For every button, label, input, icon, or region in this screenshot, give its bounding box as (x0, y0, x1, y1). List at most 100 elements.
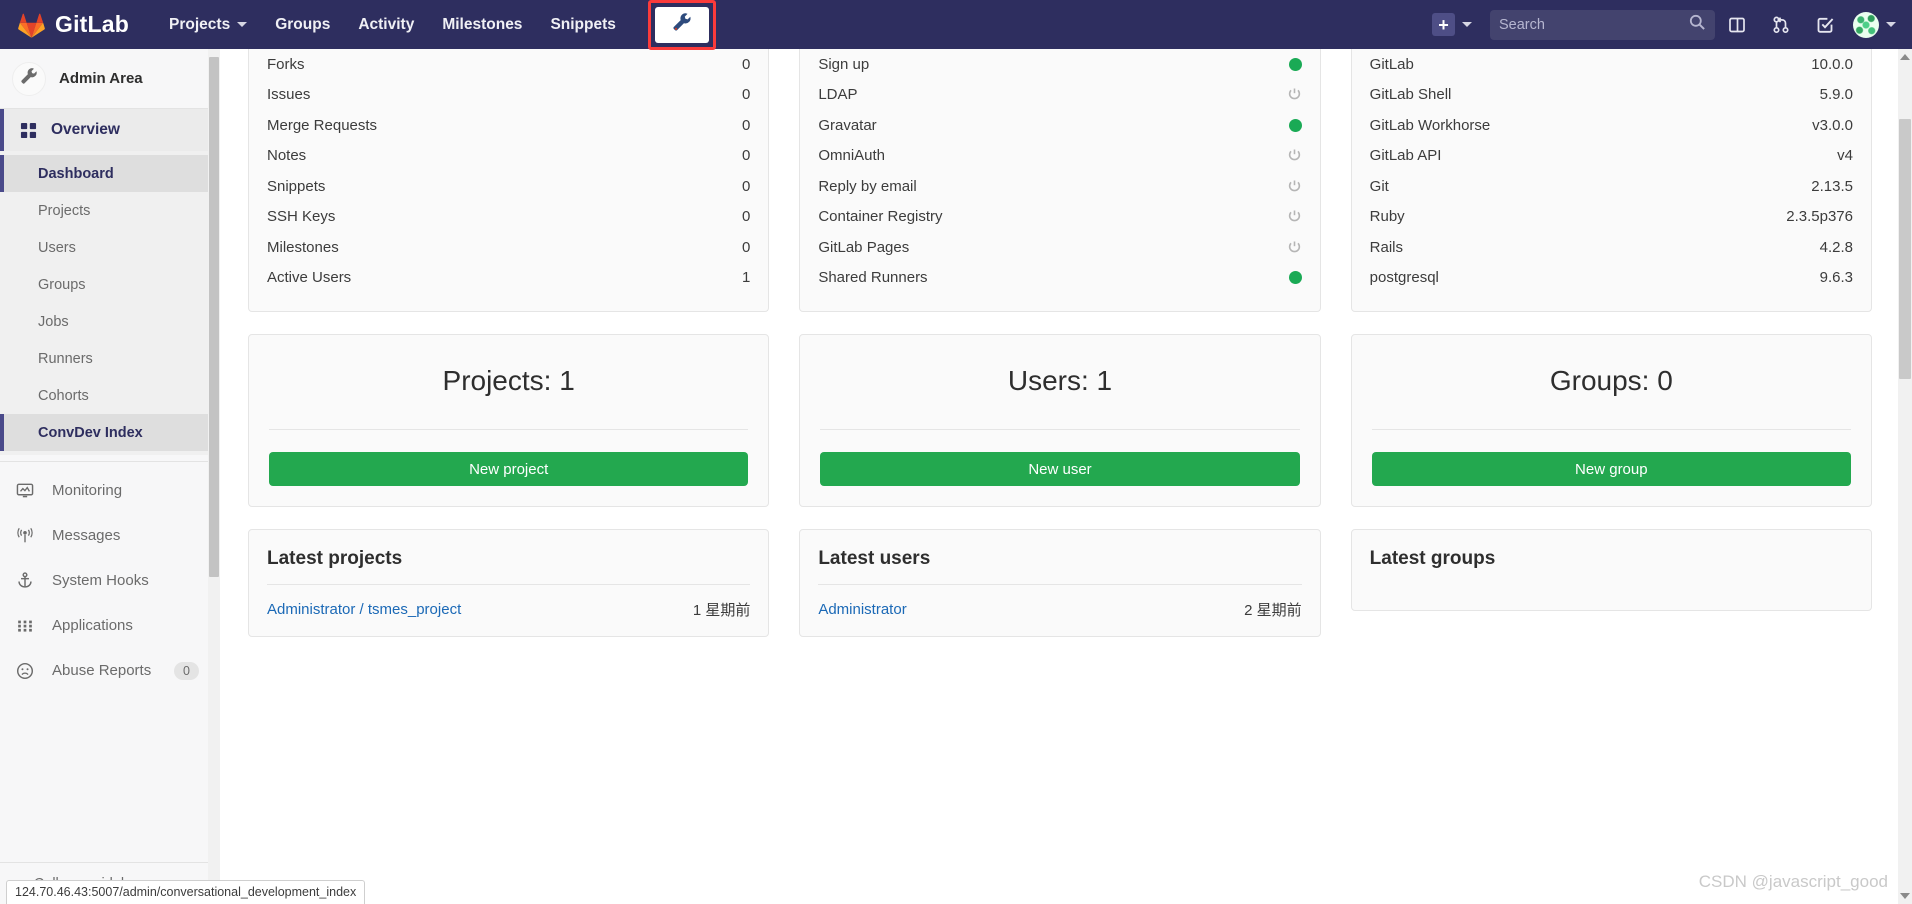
issues-board-icon[interactable] (1715, 0, 1759, 49)
sidebar-scrollbar[interactable] (208, 49, 220, 904)
sidebar-item-messages[interactable]: Messages (0, 513, 219, 558)
admin-area-button[interactable] (654, 6, 709, 43)
user-link[interactable]: Administrator (818, 601, 906, 618)
nav-link-groups[interactable]: Groups (261, 0, 344, 49)
stats-row: Forks 0 Issues 0 Merge Requests 0 Notes … (248, 49, 1872, 312)
component-version: 10.0.0 (1811, 55, 1853, 73)
latest-groups-empty (1370, 584, 1853, 610)
stat-label: SSH Keys (267, 208, 336, 226)
sidebar-item-system-hooks[interactable]: System Hooks (0, 558, 219, 603)
stat-row: Milestones 0 (267, 232, 750, 263)
nav-link-activity[interactable]: Activity (344, 0, 428, 49)
todos-icon[interactable] (1803, 0, 1847, 49)
sidebar-group-overview[interactable]: Overview (0, 109, 219, 151)
feature-row: Reply by email (818, 171, 1301, 202)
component-label: GitLab Shell (1369, 86, 1452, 104)
search-input[interactable] (1499, 16, 1689, 33)
search-box[interactable] (1490, 9, 1715, 40)
sidebar-item-jobs[interactable]: Jobs (0, 303, 219, 340)
sidebar-item-runners[interactable]: Runners (0, 340, 219, 377)
new-user-button[interactable]: New user (820, 452, 1300, 486)
feature-status-off-icon (1287, 179, 1302, 194)
chevron-down-icon (237, 22, 248, 27)
component-row: postgresql 9.6.3 (1370, 263, 1853, 294)
component-version: 9.6.3 (1819, 269, 1853, 287)
sidebar-item-groups[interactable]: Groups (0, 266, 219, 303)
sidebar-item-dashboard[interactable]: Dashboard (0, 155, 219, 192)
chevron-down-icon (1886, 22, 1896, 27)
sidebar-item-applications-label: Applications (52, 617, 133, 634)
divider (1371, 429, 1851, 430)
stat-value: 1 (741, 269, 751, 287)
component-row: Git 2.13.5 (1370, 171, 1853, 202)
latest-projects-body: Administrator / tsmes_project 1 星期前 (249, 584, 768, 636)
feature-row: Gravatar (818, 110, 1302, 141)
sidebar-item-applications[interactable]: Applications (0, 603, 219, 648)
sidebar-item-cohorts[interactable]: Cohorts (0, 377, 219, 414)
component-label: GitLab Workhorse (1369, 116, 1491, 134)
feature-status-off-icon (1287, 209, 1302, 224)
stat-label: Snippets (267, 177, 326, 195)
stat-row: Active Users 1 (267, 263, 750, 294)
nav-link-snippets[interactable]: Snippets (536, 0, 629, 49)
avatar (1853, 11, 1879, 38)
feature-status-on-icon (1288, 57, 1302, 71)
component-version: 4.2.8 (1819, 238, 1853, 256)
component-row: GitLab 10.0.0 (1370, 49, 1853, 80)
component-version: 2.13.5 (1811, 177, 1853, 195)
sidebar-title: Admin Area (59, 70, 143, 87)
count-cards-row: Projects: 1 New project Users: 1 New use… (248, 312, 1872, 507)
sidebar-divider (0, 461, 219, 462)
sidebar-scrollbar-thumb[interactable] (209, 57, 219, 577)
stat-value: 0 (741, 208, 751, 226)
feature-row: Shared Runners (818, 263, 1302, 294)
project-link[interactable]: Administrator / tsmes_project (267, 601, 461, 618)
users-count-column: Users: 1 New user (799, 312, 1321, 507)
component-row: Rails 4.2.8 (1370, 232, 1853, 263)
latest-cards-row: Latest projects Administrator / tsmes_pr… (248, 507, 1872, 637)
statistics-card: Forks 0 Issues 0 Merge Requests 0 Notes … (248, 49, 770, 312)
latest-groups-title: Latest groups (1369, 548, 1496, 569)
latest-projects-card: Latest projects Administrator / tsmes_pr… (248, 529, 770, 637)
sidebar-item-projects[interactable]: Projects (0, 192, 219, 229)
page-scrollbar[interactable] (1898, 49, 1912, 904)
main-content: Forks 0 Issues 0 Merge Requests 0 Notes … (220, 49, 1900, 904)
nav-link-projects[interactable]: Projects (155, 0, 261, 49)
new-project-button[interactable]: New project (269, 452, 749, 486)
user-menu[interactable] (1853, 11, 1896, 38)
new-group-button[interactable]: New group (1371, 452, 1851, 486)
sidebar-item-monitoring-label: Monitoring (52, 482, 123, 499)
merge-requests-icon[interactable] (1759, 0, 1803, 49)
sidebar-item-convdev-index[interactable]: ConvDev Index (0, 414, 219, 451)
search-icon[interactable] (1689, 14, 1706, 36)
grid-icon (20, 122, 37, 139)
sidebar-group-overview-label: Overview (51, 121, 120, 138)
page-scrollbar-thumb[interactable] (1899, 119, 1911, 379)
nav-link-milestones[interactable]: Milestones (428, 0, 536, 49)
component-version: 2.3.5p376 (1786, 208, 1853, 226)
components-column: GitLab 10.0.0 GitLab Shell 5.9.0 GitLab … (1350, 49, 1872, 312)
stat-value: 0 (741, 86, 751, 104)
groups-count-card: Groups: 0 New group (1350, 334, 1872, 507)
sidebar-item-monitoring[interactable]: Monitoring (0, 468, 219, 513)
stat-row: Merge Requests 0 (267, 110, 750, 141)
divider (820, 429, 1300, 430)
apps-grid-icon (16, 617, 40, 635)
gitlab-logo[interactable]: GitLab (18, 0, 129, 49)
scroll-up-arrow-icon[interactable] (1898, 49, 1912, 65)
latest-projects-column: Latest projects Administrator / tsmes_pr… (248, 507, 770, 637)
latest-users-body: Administrator 2 星期前 (800, 584, 1319, 636)
component-label: Git (1369, 177, 1389, 195)
stat-row: Notes 0 (267, 141, 750, 172)
sidebar-header[interactable]: Admin Area (0, 49, 219, 109)
sidebar-item-users[interactable]: Users (0, 229, 219, 266)
new-dropdown[interactable]: + (1432, 13, 1472, 36)
stat-label: Merge Requests (267, 116, 378, 134)
top-navbar: GitLab Projects Groups Activity Mileston… (0, 0, 1912, 50)
scroll-down-arrow-icon[interactable] (1898, 888, 1912, 904)
projects-count-column: Projects: 1 New project (248, 312, 770, 507)
gitlab-tanuki-icon (18, 12, 45, 38)
components-card: GitLab 10.0.0 GitLab Shell 5.9.0 GitLab … (1350, 49, 1872, 312)
sidebar-item-abuse-reports[interactable]: Abuse Reports 0 (0, 648, 219, 693)
sidebar-item-abuse-reports-label: Abuse Reports (52, 662, 152, 679)
